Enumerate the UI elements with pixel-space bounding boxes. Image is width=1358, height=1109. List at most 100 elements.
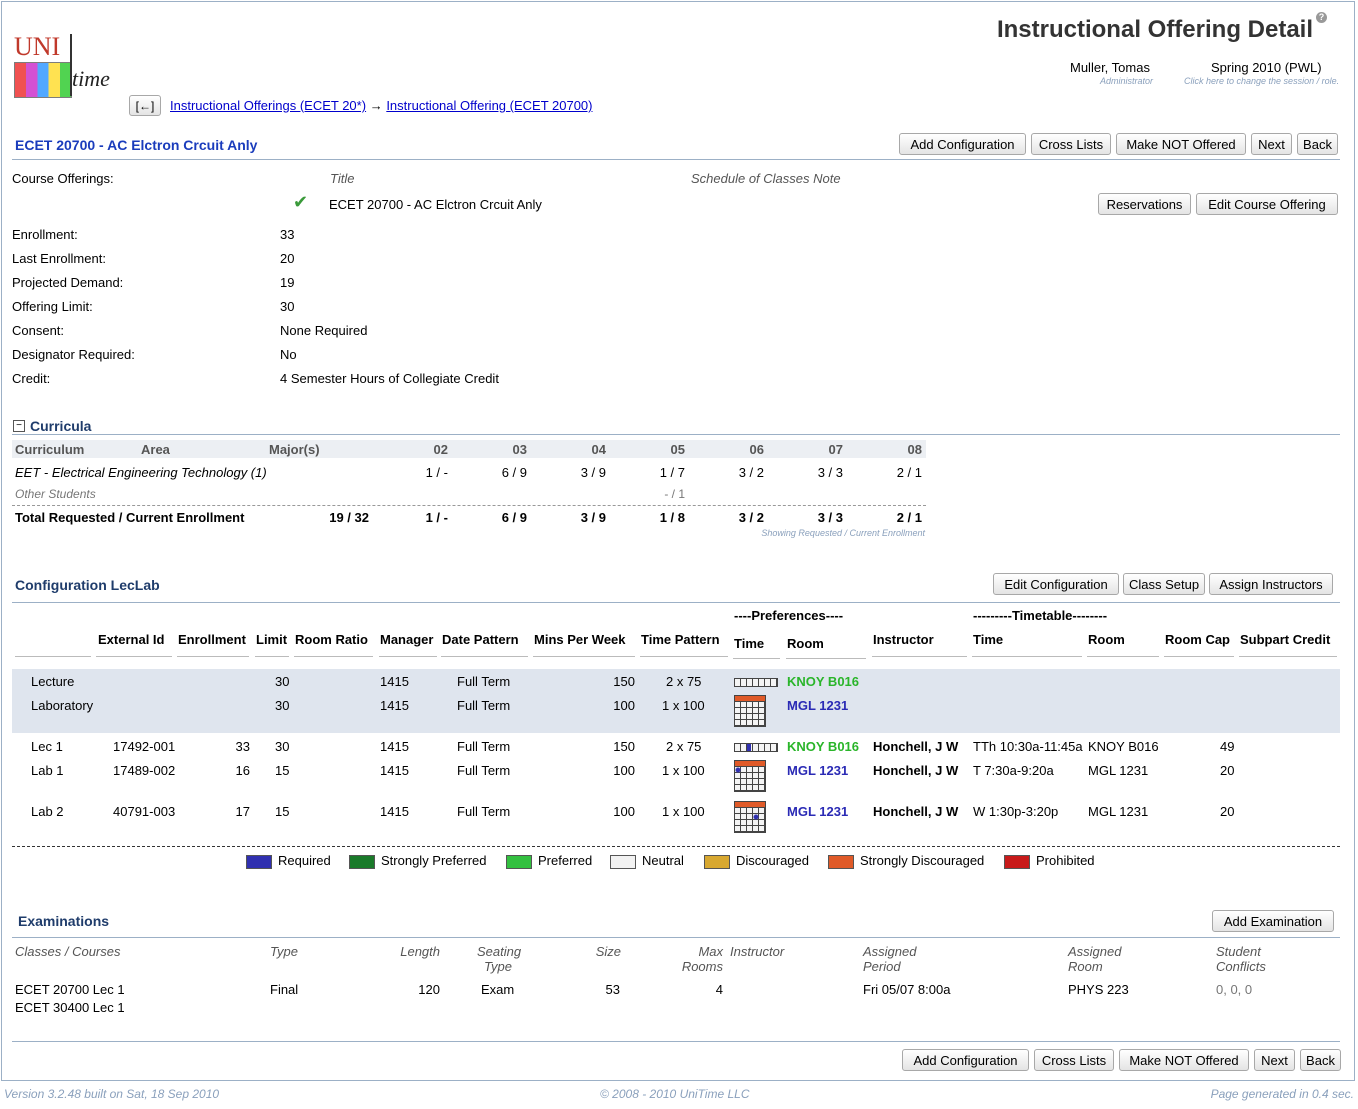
curricula-collapse-icon[interactable]: − [13, 420, 25, 432]
class-time-pattern: 1 x 100 [662, 804, 705, 819]
page-title: Instructional Offering Detail [996, 16, 1313, 43]
class-time-pattern: 2 x 75 [666, 739, 702, 754]
add-configuration-button-bottom[interactable]: Add Configuration [902, 1049, 1029, 1071]
legend-swatch [506, 854, 532, 869]
class-name[interactable]: Lab 1 [31, 763, 64, 778]
legend-discouraged: Discouraged [704, 853, 809, 869]
config-title: Configuration LecLab [15, 577, 160, 593]
class-time: T 7:30a-9:20a [973, 763, 1054, 778]
col-tt-time: Time [973, 632, 1004, 647]
breadcrumb-offerings-link[interactable]: Instructional Offerings (ECET 20*) [170, 98, 366, 113]
session-name[interactable]: Spring 2010 (PWL) [1211, 60, 1322, 75]
breadcrumb-offering-link[interactable]: Instructional Offering (ECET 20700) [386, 98, 592, 113]
add-configuration-button[interactable]: Add Configuration [899, 133, 1026, 155]
subpart-name[interactable]: Lecture [31, 674, 74, 689]
session-hint[interactable]: Click here to change the session / role. [1184, 76, 1339, 86]
breadcrumb-arrow: → [369, 98, 383, 113]
class-name[interactable]: Lab 2 [31, 804, 64, 819]
add-examination-button[interactable]: Add Examination [1212, 910, 1334, 932]
curricula-total-divider [12, 505, 926, 506]
class-mins: 150 [613, 739, 635, 754]
subpart-limit: 30 [275, 674, 290, 689]
next-button-bottom[interactable]: Next [1254, 1049, 1295, 1071]
cross-lists-button-bottom[interactable]: Cross Lists [1034, 1049, 1114, 1071]
header-underline [177, 656, 249, 657]
curricula-col-07: 07 [828, 442, 843, 457]
curriculum-total-value: 3 / 2 [738, 510, 764, 525]
edit-configuration-button[interactable]: Edit Configuration [993, 573, 1119, 595]
curriculum-name: Other Students [15, 487, 96, 501]
class-external-id: 17492-001 [113, 739, 176, 754]
exam-col-conflicts-1: Student [1216, 944, 1261, 959]
exam-max-rooms: 4 [715, 982, 723, 997]
legend-swatch [704, 854, 730, 869]
exam-col-seating-2: Type [484, 959, 512, 974]
curriculum-value: - / 1 [664, 487, 685, 501]
make-not-offered-button-bottom[interactable]: Make NOT Offered [1119, 1049, 1249, 1071]
curricula-divider [12, 434, 1340, 435]
curriculum-total-value: 3 / 3 [817, 510, 843, 525]
legend-neutral: Neutral [610, 853, 684, 869]
time-preference-grid[interactable] [734, 760, 766, 792]
col-limit: Limit [256, 632, 288, 647]
curricula-col-04: 04 [591, 442, 606, 457]
assign-instructors-button[interactable]: Assign Instructors [1209, 573, 1333, 595]
help-icon[interactable]: ? [1316, 12, 1327, 23]
offering-title: ECET 20700 - AC Elctron Crcuit Anly [15, 137, 258, 153]
back-arrow-button[interactable]: [←] [129, 95, 161, 116]
unitime-logo[interactable]: UNI time [12, 30, 124, 100]
footer-copyright: © 2008 - 2010 UniTime LLC [600, 1087, 750, 1101]
header-underline [96, 656, 172, 657]
exam-col-room-1: Assigned [1068, 944, 1122, 959]
subpart-manager: 1415 [380, 698, 409, 713]
subpart-name[interactable]: Laboratory [31, 698, 93, 713]
logo-time-text: time [72, 66, 110, 91]
exam-col-period-1: Assigned [863, 944, 917, 959]
header-underline [1164, 656, 1234, 657]
class-mins: 100 [613, 763, 635, 778]
class-room-cap: 49 [1220, 739, 1235, 754]
time-preference-grid[interactable] [734, 695, 766, 727]
prop-value: 30 [280, 299, 295, 314]
time-preference-grid[interactable] [734, 801, 766, 833]
exam-col-seating-1: Seating [477, 944, 522, 959]
course-title-value: ECET 20700 - AC Elctron Crcuit Anly [329, 197, 542, 212]
curricula-col-area: Area [141, 442, 170, 457]
class-name[interactable]: Lec 1 [31, 739, 63, 754]
time-preference-pattern[interactable] [734, 678, 778, 687]
class-enrollment: 16 [235, 763, 250, 778]
offering-divider [12, 159, 1340, 160]
curriculum-value: 3 / 3 [817, 465, 843, 480]
user-name[interactable]: Muller, Tomas [1070, 60, 1150, 75]
prop-value: None Required [280, 323, 368, 338]
class-setup-button[interactable]: Class Setup [1123, 573, 1205, 595]
make-not-offered-button[interactable]: Make NOT Offered [1116, 133, 1246, 155]
prop-label: Offering Limit: [12, 299, 93, 314]
exam-col-type: Type [270, 944, 298, 959]
reservations-button[interactable]: Reservations [1098, 193, 1191, 215]
prop-label: Projected Demand: [12, 275, 124, 290]
next-button[interactable]: Next [1251, 133, 1292, 155]
class-external-id: 40791-003 [113, 804, 176, 819]
prop-value: 19 [280, 275, 295, 290]
exam-period: Fri 05/07 8:00a [863, 982, 951, 997]
cross-lists-button[interactable]: Cross Lists [1031, 133, 1111, 155]
col-note-header: Schedule of Classes Note [691, 171, 841, 186]
curriculum-total-value: 1 / 8 [659, 510, 685, 525]
header-underline [640, 656, 728, 657]
class-time: W 1:30p-3:20p [973, 804, 1059, 819]
subpart-time-pattern: 2 x 75 [666, 674, 702, 689]
back-button-bottom[interactable]: Back [1300, 1049, 1341, 1071]
exam-course: ECET 30400 Lec 1 [15, 1000, 125, 1015]
curriculum-name[interactable]: EET - Electrical Engineering Technology … [15, 465, 267, 480]
class-room-pref: MGL 1231 [787, 804, 849, 819]
col-subpart-credit: Subpart Credit [1240, 632, 1331, 647]
time-preference-pattern[interactable] [734, 743, 778, 752]
subpart-manager: 1415 [380, 674, 409, 689]
back-button[interactable]: Back [1297, 133, 1338, 155]
class-enrollment: 33 [235, 739, 250, 754]
edit-course-offering-button[interactable]: Edit Course Offering [1196, 193, 1338, 215]
class-enrollment: 17 [235, 804, 250, 819]
subpart-date-pattern: Full Term [457, 698, 511, 713]
curriculum-total-value: 3 / 9 [580, 510, 606, 525]
